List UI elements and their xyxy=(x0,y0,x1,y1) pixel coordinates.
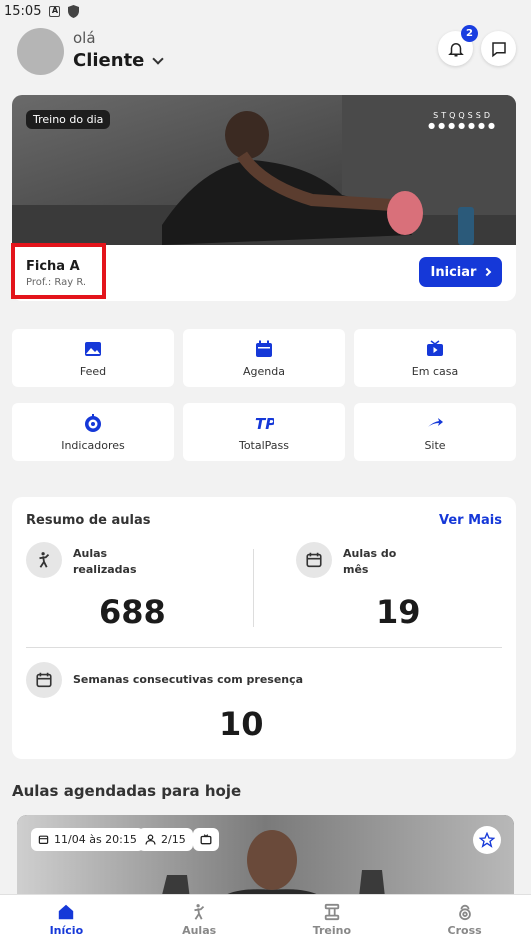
see-more-link[interactable]: Ver Mais xyxy=(439,513,502,528)
consecutive-weeks-label: Semanas consecutivas com presença xyxy=(73,673,304,686)
start-workout-label: Iniciar xyxy=(430,264,477,280)
class-capacity-text: 2/15 xyxy=(161,833,186,846)
notification-badge: 2 xyxy=(461,25,478,42)
classes-month-label-line1: Aulas do xyxy=(343,547,397,560)
app-notification-icon: A xyxy=(49,5,61,17)
class-capacity-chip: 2/15 xyxy=(138,828,193,851)
nav-item-aulas[interactable]: Aulas xyxy=(133,895,266,944)
notifications-button[interactable]: 2 xyxy=(438,25,478,66)
chevron-down-icon xyxy=(152,52,165,65)
tv-icon xyxy=(200,834,212,845)
tv-play-icon xyxy=(427,339,443,356)
nav-item-label: Aulas xyxy=(182,923,217,937)
classes-month-label-line2: mês xyxy=(343,563,369,576)
weekdays-letters: STQQSSD xyxy=(433,111,493,120)
header: olá Cliente 2 xyxy=(17,25,517,76)
divider xyxy=(26,647,502,648)
classes-month-value: 19 xyxy=(376,593,421,631)
class-date-chip: 11/04 às 20:15 xyxy=(31,828,144,851)
dumbbell-icon xyxy=(324,903,340,920)
tile-label: Feed xyxy=(79,364,107,378)
tile-em-casa[interactable]: Em casa xyxy=(354,329,516,387)
chat-icon xyxy=(491,41,506,57)
chevron-right-icon xyxy=(483,267,492,277)
start-workout-button[interactable]: Iniciar xyxy=(419,257,502,287)
favorite-button[interactable] xyxy=(473,826,501,854)
gauge-icon xyxy=(85,413,101,432)
calendar-week-icon xyxy=(26,662,62,698)
gymnast-icon xyxy=(26,542,62,578)
nav-item-treino[interactable]: Treino xyxy=(266,895,399,944)
nav-item-label: Início xyxy=(49,923,84,937)
image-icon xyxy=(85,341,101,356)
bell-icon xyxy=(447,42,464,56)
classes-done-label-line2: realizadas xyxy=(73,563,137,576)
tile-label: Indicadores xyxy=(61,438,125,452)
tile-agenda[interactable]: Agenda xyxy=(183,329,345,387)
today-classes-title: Aulas agendadas para hoje xyxy=(12,782,242,800)
nav-item-inicio[interactable]: Início xyxy=(0,895,133,944)
shield-icon xyxy=(68,4,80,18)
person-icon xyxy=(145,834,156,845)
tile-feed[interactable]: Feed xyxy=(12,329,174,387)
nav-item-label: Cross xyxy=(447,923,482,937)
nav-item-cross[interactable]: Cross xyxy=(398,895,531,944)
divider xyxy=(253,549,254,627)
status-bar: 15:05 A xyxy=(0,0,531,22)
consecutive-weeks-value: 10 xyxy=(219,705,264,743)
class-date-text: 11/04 às 20:15 xyxy=(54,833,137,846)
greeting: olá xyxy=(73,29,96,47)
svg-text:TP: TP xyxy=(255,415,274,433)
gymnast-icon xyxy=(194,903,205,920)
tile-label: Site xyxy=(424,438,446,452)
classes-done-label-line1: Aulas xyxy=(73,547,108,560)
star-icon xyxy=(479,832,495,848)
summary-title: Resumo de aulas xyxy=(26,513,151,528)
nav-item-label: Treino xyxy=(312,923,352,937)
tile-indicadores[interactable]: Indicadores xyxy=(12,403,174,461)
classes-summary-card: Resumo de aulas Ver Mais Aulas realizada… xyxy=(12,497,516,759)
send-icon xyxy=(428,417,443,427)
totalpass-icon: TP xyxy=(255,415,274,433)
weekdays-indicator: STQQSSD ●●●●●●● xyxy=(428,111,498,131)
user-name: Cliente xyxy=(73,50,145,71)
status-time: 15:05 xyxy=(4,3,42,19)
tile-label: TotalPass xyxy=(238,438,290,452)
kettlebell-icon xyxy=(458,904,471,920)
workout-of-the-day-tag: Treino do dia xyxy=(26,110,111,129)
calendar-icon xyxy=(296,542,332,578)
calendar-icon xyxy=(38,835,49,844)
chat-button[interactable] xyxy=(481,31,516,66)
tile-label: Agenda xyxy=(243,364,285,378)
tile-label: Em casa xyxy=(411,364,459,378)
bottom-navigation: Início Aulas Treino Cross xyxy=(0,894,531,944)
classes-month-label: Aulas do mês xyxy=(343,546,396,578)
user-selector[interactable]: Cliente xyxy=(73,50,165,71)
avatar[interactable] xyxy=(17,28,64,75)
tile-totalpass[interactable]: TP TotalPass xyxy=(183,403,345,461)
class-type-chip xyxy=(193,828,219,851)
classes-done-value: 688 xyxy=(99,593,166,631)
tile-site[interactable]: Site xyxy=(354,403,516,461)
highlight-box xyxy=(11,243,106,299)
home-icon xyxy=(59,904,74,919)
calendar-icon xyxy=(256,340,272,357)
classes-done-label: Aulas realizadas xyxy=(73,546,137,578)
weekdays-dots: ●●●●●●● xyxy=(428,121,498,130)
